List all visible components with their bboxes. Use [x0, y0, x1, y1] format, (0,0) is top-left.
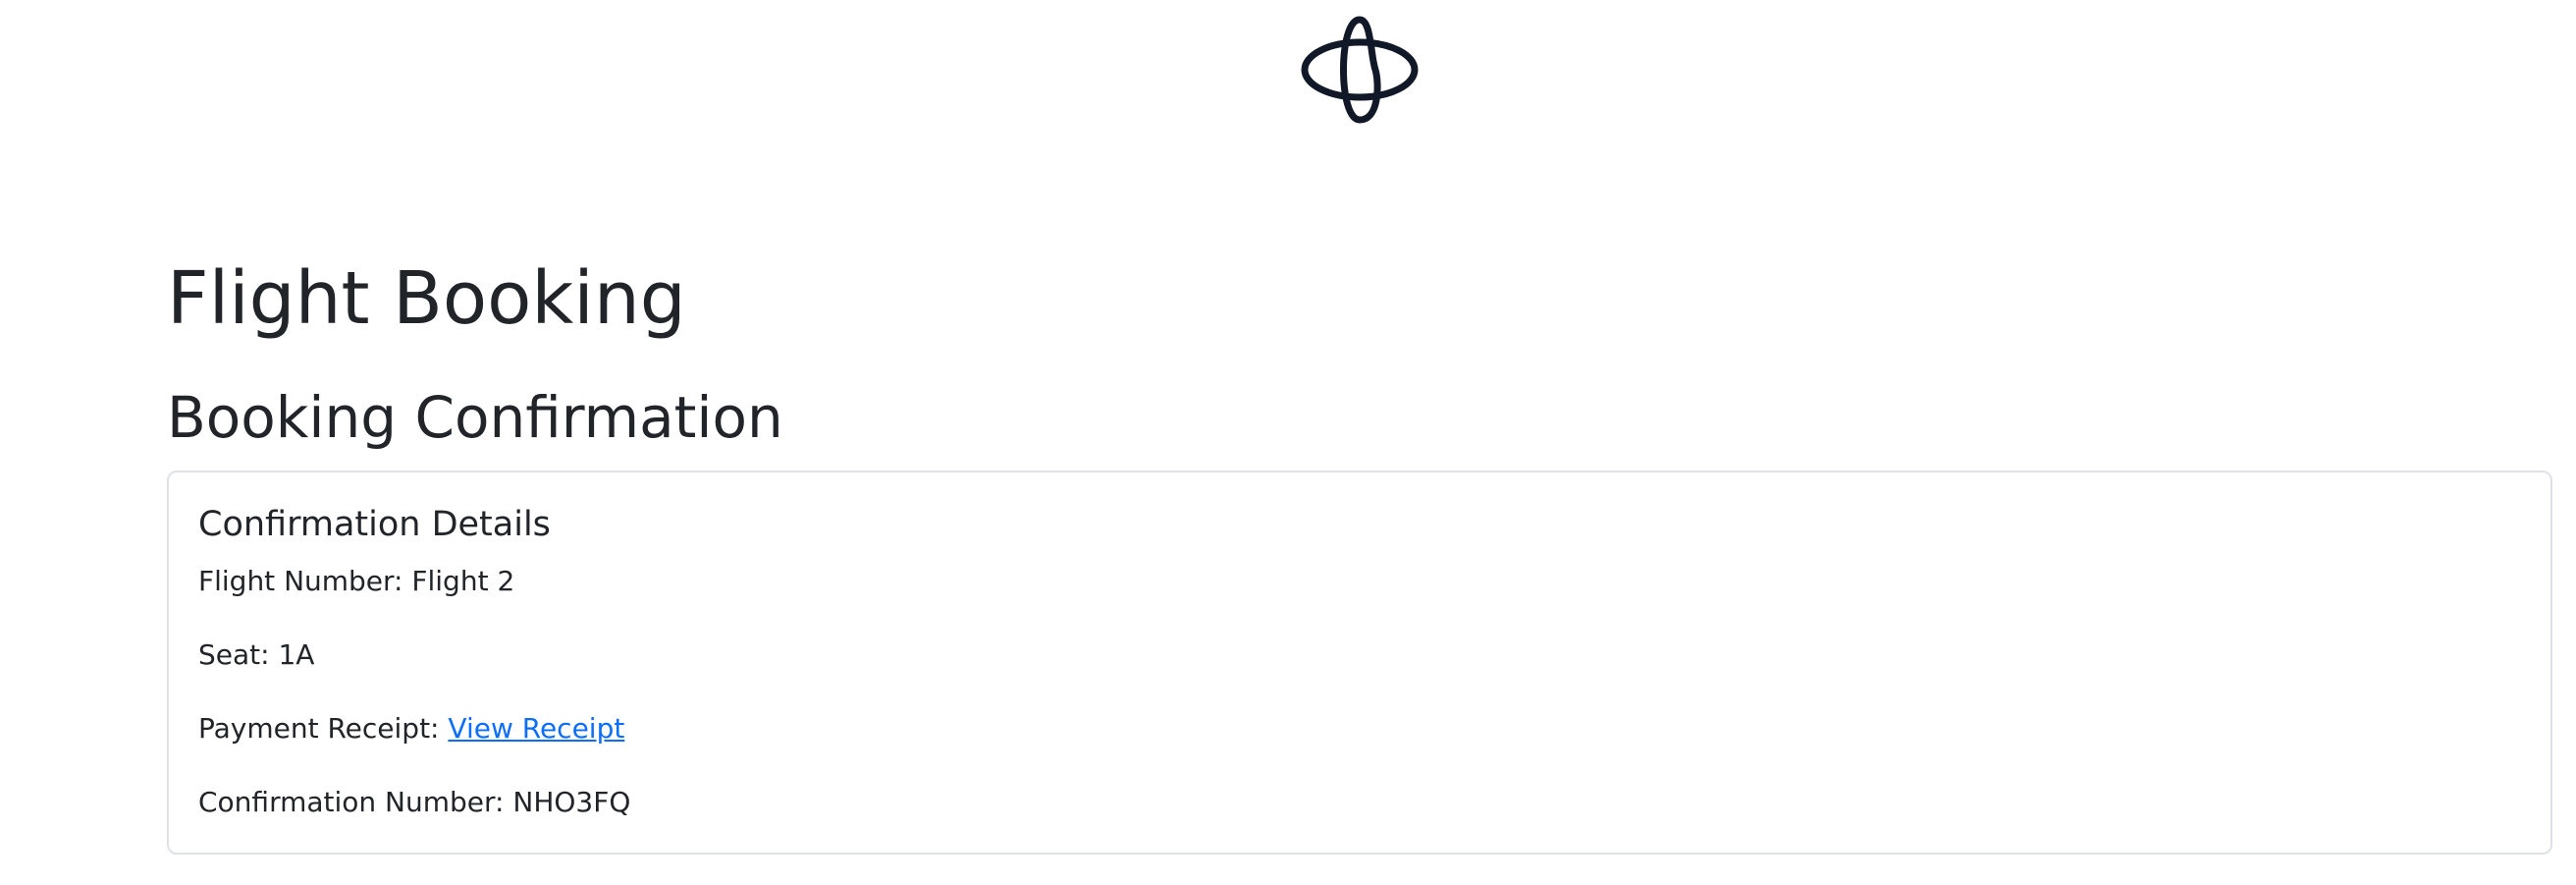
- confirmation-card: Confirmation Details Flight Number: Flig…: [167, 470, 2552, 855]
- confirmation-number-row: Confirmation Number: NHO3FQ: [198, 783, 630, 822]
- flight-number-row: Flight Number: Flight 2: [198, 562, 514, 601]
- payment-receipt-label: Payment Receipt:: [198, 712, 440, 745]
- page: Flight Booking Booking Confirmation Conf…: [0, 0, 2576, 885]
- section-title: Booking Confirmation: [167, 384, 783, 451]
- card-title: Confirmation Details: [198, 505, 551, 544]
- confirmation-number-value: NHO3FQ: [512, 786, 631, 818]
- seat-value: 1A: [278, 638, 315, 671]
- payment-receipt-row: Payment Receipt: View Receipt: [198, 709, 624, 748]
- logo: [1301, 12, 1419, 128]
- view-receipt-link[interactable]: View Receipt: [448, 712, 624, 745]
- seat-row: Seat: 1A: [198, 636, 314, 675]
- confirmation-number-label: Confirmation Number:: [198, 786, 505, 818]
- flight-number-label: Flight Number:: [198, 565, 403, 597]
- airline-logo-icon: [1301, 16, 1419, 124]
- seat-label: Seat:: [198, 638, 270, 671]
- page-title: Flight Booking: [167, 256, 686, 341]
- flight-number-value: Flight 2: [411, 565, 515, 597]
